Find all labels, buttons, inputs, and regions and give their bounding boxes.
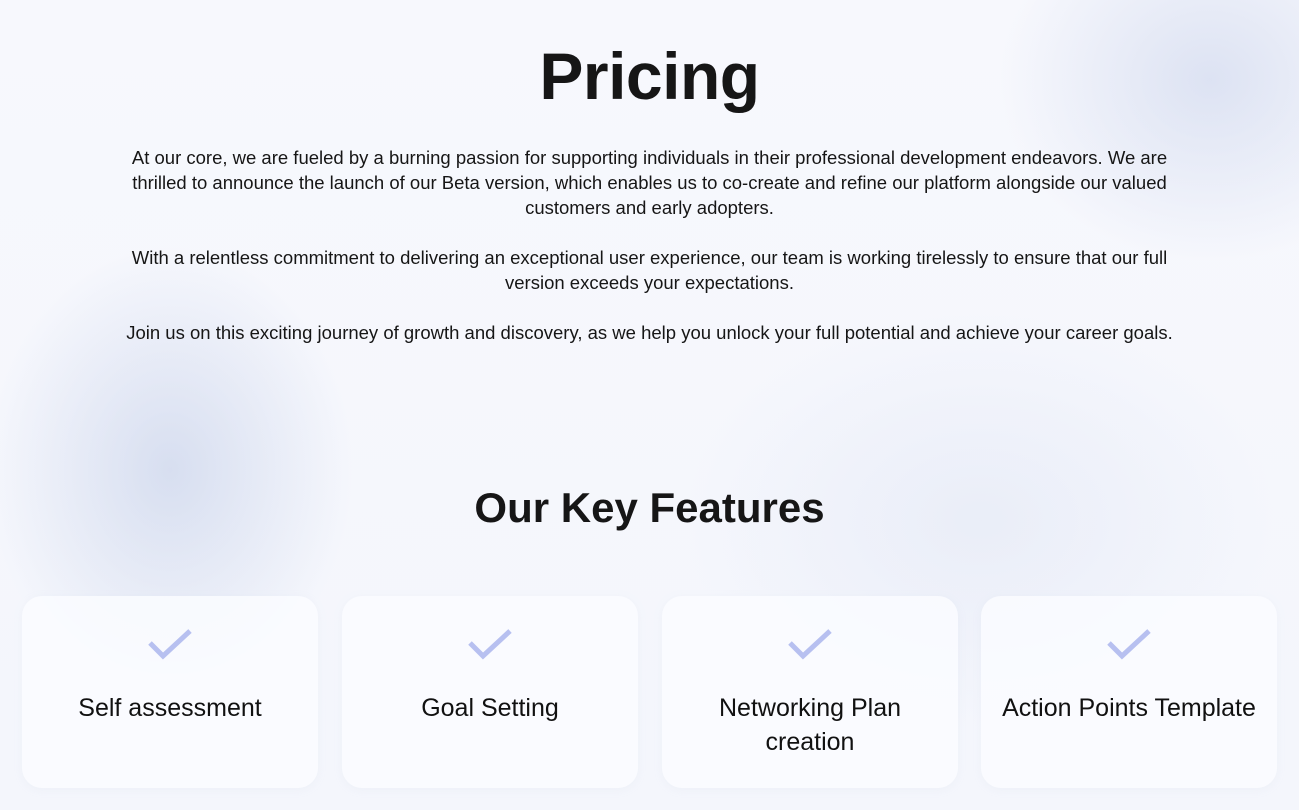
- feature-card-self-assessment: Self assessment: [22, 596, 318, 788]
- intro-paragraph: With a relentless commitment to deliveri…: [131, 247, 1168, 293]
- check-icon: [1107, 629, 1151, 660]
- intro-paragraph: Join us on this exciting journey of grow…: [126, 322, 1173, 343]
- feature-label: Self assessment: [78, 694, 262, 722]
- page-title: Pricing: [539, 39, 760, 113]
- feature-label: Networking Plan creation: [718, 694, 902, 756]
- feature-card-goal-setting: Goal Setting: [342, 596, 638, 788]
- feature-label: Action Points Template: [1002, 694, 1256, 722]
- intro-paragraph: At our core, we are fueled by a burning …: [131, 147, 1168, 218]
- check-icon: [148, 629, 192, 660]
- features-heading: Our Key Features: [474, 484, 825, 531]
- intro-text: At our core, we are fueled by a burning …: [120, 145, 1179, 370]
- feature-card-action-points: Action Points Template: [981, 596, 1277, 788]
- pricing-page: Pricing At our core, we are fueled by a …: [0, 0, 1299, 810]
- check-icon: [788, 629, 832, 660]
- feature-label: Goal Setting: [421, 694, 559, 722]
- features-list: Self assessment Goal Setting Networking …: [22, 596, 1277, 788]
- check-icon: [468, 629, 512, 660]
- feature-card-networking-plan: Networking Plan creation: [662, 596, 958, 788]
